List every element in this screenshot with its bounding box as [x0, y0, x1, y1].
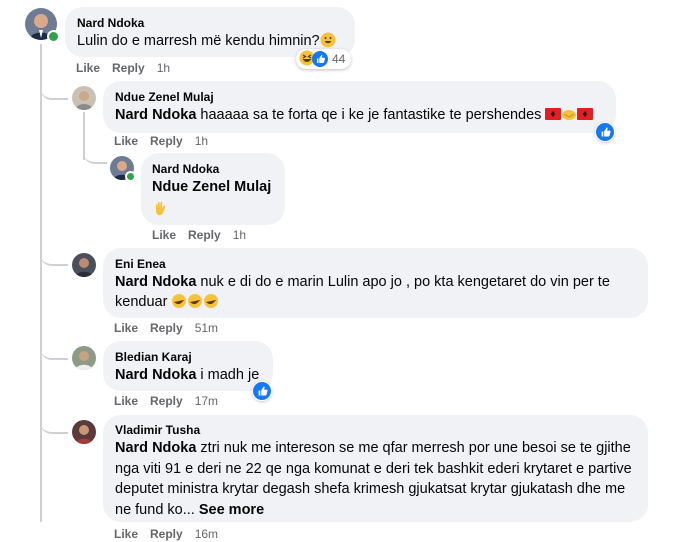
- reply-button[interactable]: Reply: [112, 61, 145, 75]
- like-button[interactable]: Like: [114, 527, 138, 541]
- comment-author[interactable]: Vladimir Tusha: [115, 422, 636, 438]
- like-reaction-icon: [312, 51, 328, 67]
- albania-flag-icon: [577, 107, 594, 123]
- online-indicator: [47, 30, 60, 43]
- waving-hand-emoji-icon: [152, 200, 274, 223]
- avatar[interactable]: [72, 86, 96, 110]
- like-reaction-icon[interactable]: [252, 381, 272, 401]
- comment-bubble: Bledian Karaj Nard Ndoka i madh je: [103, 341, 273, 391]
- thread-curve-eni: [40, 242, 68, 266]
- mention-link[interactable]: Nard Ndoka: [115, 440, 196, 456]
- thread-curve-vladimir: [40, 410, 68, 434]
- comment-author[interactable]: Eni Enea: [115, 256, 636, 272]
- comment-bubble: Nard Ndoka Ndue Zenel Mulaj: [141, 153, 285, 225]
- reply-button[interactable]: Reply: [150, 527, 183, 541]
- comment-actions: Like Reply 1h: [76, 60, 170, 76]
- like-button[interactable]: Like: [76, 61, 100, 75]
- comment-timestamp[interactable]: 1h: [233, 228, 246, 242]
- comment-bubble: Ndue Zenel Mulaj Nard Ndoka haaaaa sa te…: [103, 81, 616, 133]
- like-button[interactable]: Like: [114, 321, 138, 335]
- comment-timestamp[interactable]: 17m: [195, 394, 218, 408]
- comment-bubble: Eni Enea Nard Ndoka nuk e di do e marin …: [103, 248, 648, 318]
- mention-link[interactable]: Nard Ndoka: [115, 274, 196, 290]
- like-button[interactable]: Like: [114, 134, 138, 148]
- thread-curve: [40, 76, 68, 100]
- comment-author[interactable]: Nard Ndoka: [152, 161, 274, 177]
- reply-button[interactable]: Reply: [150, 321, 183, 335]
- albania-flag-icon: [545, 107, 562, 123]
- comment-author[interactable]: Nard Ndoka: [77, 15, 343, 31]
- comment-actions: Like Reply 1h: [114, 133, 208, 149]
- avatar[interactable]: [72, 253, 96, 277]
- comment-actions: Like Reply 51m: [114, 320, 218, 336]
- comment-timestamp[interactable]: 51m: [195, 321, 218, 335]
- comment-author[interactable]: Bledian Karaj: [115, 349, 261, 365]
- like-reaction-icon[interactable]: [595, 122, 615, 142]
- like-button[interactable]: Like: [152, 228, 176, 242]
- handshake-emoji-icon: [561, 107, 577, 123]
- thread-curve-bledian: [40, 336, 68, 360]
- comment-author[interactable]: Ndue Zenel Mulaj: [115, 89, 604, 105]
- reaction-count: 44: [332, 52, 346, 66]
- grinning-emoji-icon: [320, 31, 336, 51]
- reply-button[interactable]: Reply: [150, 134, 183, 148]
- reply-button[interactable]: Reply: [188, 228, 221, 242]
- online-indicator: [125, 171, 136, 182]
- comment-text: Lulin do e marresh më kendu himnin?: [77, 33, 320, 49]
- comment-text: i madh je: [196, 367, 260, 383]
- comment-timestamp[interactable]: 16m: [195, 527, 218, 541]
- thread-line-main: [40, 44, 42, 522]
- comment-text: haaaaa sa te forta qe i ke je fantastike…: [196, 107, 542, 123]
- comment-timestamp[interactable]: 1h: [157, 61, 170, 75]
- comment-bubble: Vladimir Tusha Nard Ndoka ztri nuk me in…: [103, 415, 648, 522]
- mention-link[interactable]: Ndue Zenel Mulaj: [152, 177, 274, 197]
- comment-actions: Like Reply 17m: [114, 393, 218, 409]
- reaction-summary[interactable]: 44: [296, 49, 352, 69]
- avatar[interactable]: [72, 420, 96, 444]
- avatar[interactable]: [72, 346, 96, 370]
- reply-button[interactable]: Reply: [150, 394, 183, 408]
- mention-link[interactable]: Nard Ndoka: [115, 367, 196, 383]
- rofl-emoji-icon: [171, 294, 219, 310]
- like-button[interactable]: Like: [114, 394, 138, 408]
- mention-link[interactable]: Nard Ndoka: [115, 107, 196, 123]
- comment-timestamp[interactable]: 1h: [195, 134, 208, 148]
- thread-curve-reply: [83, 140, 107, 164]
- comment-actions: Like Reply 1h: [152, 227, 246, 243]
- see-more-link[interactable]: See more: [199, 502, 264, 518]
